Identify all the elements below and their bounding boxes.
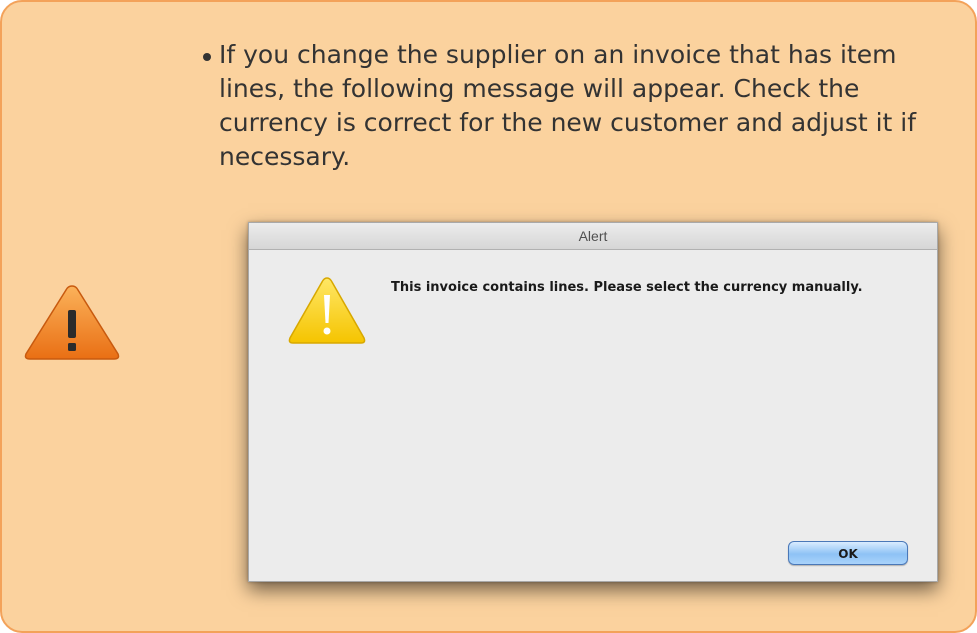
warning-triangle-icon	[24, 285, 120, 360]
note-text: If you change the supplier on an invoice…	[219, 40, 917, 171]
alert-message: This invoice contains lines. Please sele…	[391, 280, 863, 295]
warning-triangle-icon	[288, 277, 366, 344]
warning-note-box: If you change the supplier on an invoice…	[0, 0, 977, 633]
list-item: If you change the supplier on an invoice…	[197, 38, 957, 174]
alert-title: Alert	[249, 223, 937, 250]
bullet-dot	[203, 53, 211, 61]
alert-dialog: Alert This invoice contains lines. Pleas…	[248, 222, 938, 582]
note-bullet-list: If you change the supplier on an invoice…	[197, 38, 957, 174]
ok-button[interactable]: OK	[788, 541, 908, 565]
